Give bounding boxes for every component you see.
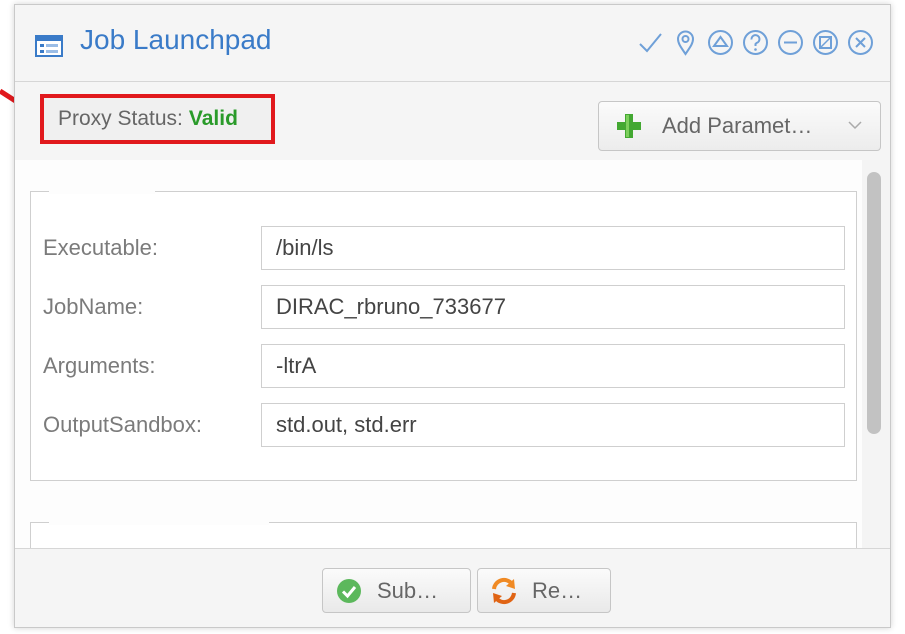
outputsandbox-input[interactable] [261,403,845,447]
scrollbar-thumb[interactable] [867,172,881,434]
field-row-executable: Executable: [31,226,856,270]
reset-label: Re… [532,577,583,603]
minimize-icon[interactable] [777,27,804,57]
outputsandbox-label: OutputSandbox: [43,412,203,437]
submit-button[interactable]: Sub… [322,568,471,613]
chevron-down-icon [848,121,862,130]
submit-label: Sub… [377,577,439,603]
window-footer: Sub… Re… [15,548,890,627]
window-title: Job Launchpad [80,24,272,55]
pin-icon[interactable] [672,27,699,57]
window-header: Job Launchpad [15,5,890,82]
executable-label: Executable: [43,235,158,260]
window-tools [637,27,874,57]
toolbar: Proxy Status: Valid Add Paramet… [15,82,890,161]
field-row-arguments: Arguments: [31,344,856,388]
jobname-input[interactable] [261,285,845,329]
add-parameter-label: Add Paramet… [662,113,813,138]
reset-button[interactable]: Re… [477,568,611,613]
plus-icon [617,114,641,138]
proxy-status-indicator: Proxy Status: Valid [40,94,275,144]
field-row-outputsandbox: OutputSandbox: [31,403,856,447]
proxy-status-value: Valid [188,107,238,130]
field-row-jobname: JobName: [31,285,856,329]
arguments-label: Arguments: [43,353,156,378]
check-icon[interactable] [637,27,664,57]
add-parameter-button[interactable]: Add Paramet… [598,101,881,151]
form-icon [35,35,63,57]
arguments-input[interactable] [261,344,845,388]
executable-input[interactable] [261,226,845,270]
proxy-status-label: Proxy Status: [58,107,183,130]
job-launchpad-window: Job Launchpad Proxy Status: Valid Add Pa… [14,4,891,628]
jobname-label: JobName: [43,294,144,319]
close-icon[interactable] [847,27,874,57]
collapse-icon[interactable] [707,27,734,57]
form-content: Executable: JobName: Arguments: OutputSa… [15,160,890,550]
help-icon[interactable] [742,27,769,57]
restore-icon[interactable] [812,27,839,57]
scrollbar-track[interactable] [862,160,890,550]
refresh-icon [492,577,516,604]
second-fieldset [30,521,859,550]
job-parameters-fieldset: Executable: JobName: Arguments: OutputSa… [30,190,857,481]
submit-check-icon [337,578,361,603]
